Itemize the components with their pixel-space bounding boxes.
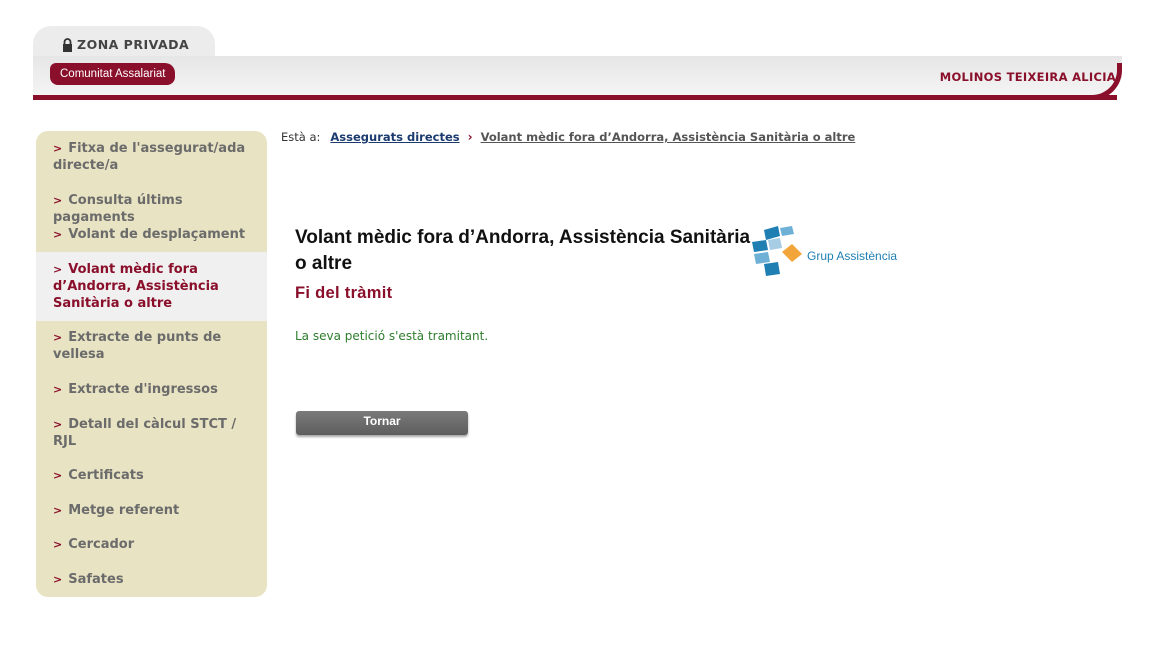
chevron-right-icon: > <box>53 194 63 207</box>
breadcrumb-prefix: Està a: <box>281 130 321 144</box>
status-message: La seva petició s'està tramitant. <box>295 329 489 343</box>
sidebar-item-pagaments[interactable]: > Consulta últims pagaments <box>36 192 267 226</box>
sidebar-item-certificats[interactable]: > Certificats <box>36 467 267 484</box>
chevron-right-icon: > <box>53 418 63 431</box>
sidebar-item-volant-medic[interactable]: > Volant mèdic fora d’Andorra, Assistènci… <box>36 252 267 321</box>
page-subtitle: Fi del tràmit <box>295 284 393 302</box>
community-tab[interactable]: Comunitat Assalariat <box>50 63 176 85</box>
page-title: Volant mèdic fora d’Andorra, Assistència… <box>295 227 751 274</box>
chevron-right-icon: > <box>53 538 63 551</box>
chevron-right-icon: > <box>53 383 63 396</box>
chevron-right-icon: > <box>53 263 63 276</box>
sidebar-item-desplacament[interactable]: > Volant de desplaçament <box>36 226 267 243</box>
chevron-right-icon: > <box>53 504 63 517</box>
sidebar-item-punts-vellesa[interactable]: > Extracte de punts de vellesa <box>36 329 267 363</box>
zona-privada-label: ZONA PRIVADA <box>62 37 189 52</box>
header-line <box>33 95 1117 100</box>
chevron-right-icon: > <box>53 573 63 586</box>
chevron-right-icon: > <box>53 469 63 482</box>
sidebar-item-calcul-stct[interactable]: > Detall del càlcul STCT / RJL <box>36 416 267 450</box>
breadcrumb-current[interactable]: Volant mèdic fora d’Andorra, Assistència… <box>481 130 856 144</box>
sidebar-item-ingressos[interactable]: > Extracte d'ingressos <box>36 381 267 398</box>
chevron-right-icon: › <box>467 130 473 144</box>
sidebar-item-metge-referent[interactable]: > Metge referent <box>36 502 267 519</box>
sidebar-item-cercador[interactable]: > Cercador <box>36 536 267 553</box>
chevron-right-icon: > <box>53 228 63 241</box>
sidebar-item-safates[interactable]: > Safates <box>36 571 267 588</box>
return-button[interactable]: Tornar <box>296 411 468 435</box>
chevron-right-icon: > <box>53 331 63 344</box>
lock-icon <box>62 37 73 52</box>
sidebar-item-fitxa[interactable]: > Fitxa de l'assegurat/ada directe/a <box>36 140 267 174</box>
zona-privada-text: ZONA PRIVADA <box>77 37 190 52</box>
logo-text: Grup Assistència <box>807 249 898 263</box>
user-name: MOLINOS TEIXEIRA ALICIA <box>939 70 1116 84</box>
chevron-right-icon: > <box>53 142 63 155</box>
breadcrumb-link-assegurats[interactable]: Assegurats directes <box>330 130 459 144</box>
sidebar: > Fitxa de l'assegurat/ada directe/a > Con… <box>36 131 267 597</box>
breadcrumb: Està a: Assegurats directes › Volant mèd… <box>281 130 855 144</box>
